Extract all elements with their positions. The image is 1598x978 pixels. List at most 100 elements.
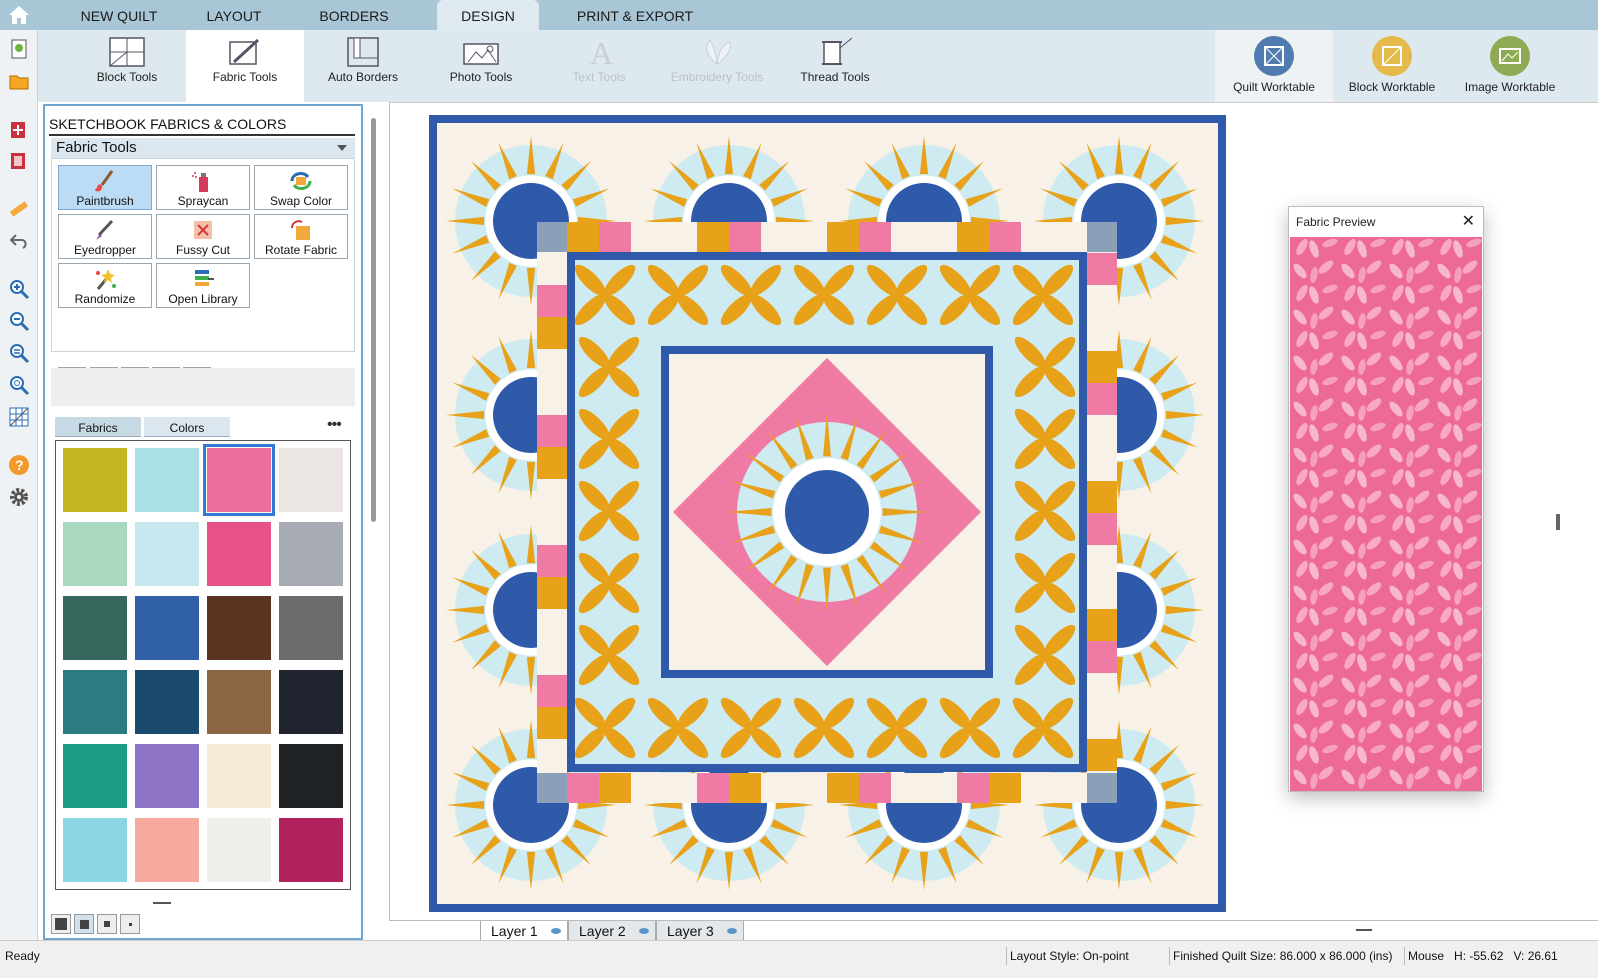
fabric-swatch[interactable]	[207, 744, 271, 808]
settings-gear-icon[interactable]	[8, 486, 30, 508]
text-tools-button[interactable]: A Text Tools	[540, 30, 658, 102]
fabric-swatch[interactable]	[63, 744, 127, 808]
status-ready: Ready	[5, 949, 40, 963]
fabric-swatch[interactable]	[63, 522, 127, 586]
checker-square	[1087, 739, 1117, 771]
zoom-refresh-icon[interactable]	[8, 374, 30, 396]
new-project-icon[interactable]	[8, 38, 30, 60]
text-tools-icon: A	[590, 36, 613, 68]
layer-tab-1[interactable]: Layer 1	[480, 921, 568, 941]
image-worktable-label: Image Worktable	[1464, 80, 1556, 94]
photo-tools-button[interactable]: Photo Tools	[422, 30, 540, 102]
checker-square	[537, 447, 567, 479]
panel-splitter[interactable]	[371, 118, 376, 522]
ruler-icon[interactable]	[8, 198, 30, 220]
layer-tab-3[interactable]: Layer 3	[656, 921, 744, 941]
fabric-swatch[interactable]	[203, 444, 275, 516]
auto-borders-button[interactable]: Auto Borders	[304, 30, 422, 102]
fabric-swatch[interactable]	[207, 522, 271, 586]
fabric-swatch[interactable]	[135, 448, 199, 512]
more-options-icon[interactable]: •••	[327, 416, 342, 434]
undo-icon[interactable]	[8, 230, 30, 252]
image-worktable-button[interactable]: Image Worktable	[1451, 30, 1569, 102]
tab-new-quilt[interactable]: NEW QUILT	[64, 0, 174, 30]
layer-tab-2[interactable]: Layer 2	[568, 921, 656, 941]
open-library-button[interactable]: Open Library	[156, 263, 250, 308]
embroidery-tools-button[interactable]: Embroidery Tools	[658, 30, 776, 102]
fabric-swatch[interactable]	[279, 522, 343, 586]
zoom-out-icon[interactable]	[8, 310, 30, 332]
thread-tools-button[interactable]: Thread Tools	[776, 30, 894, 102]
checker-square	[537, 285, 567, 317]
fussy-cut-button[interactable]: Fussy Cut	[156, 214, 250, 259]
zoom-fit-icon[interactable]	[8, 342, 30, 364]
fabric-swatch[interactable]	[135, 818, 199, 882]
randomize-button[interactable]: Randomize	[58, 263, 152, 308]
open-project-icon[interactable]	[8, 70, 30, 92]
paintbrush-icon	[95, 170, 114, 192]
canvas-resize-grip-bottom[interactable]	[1356, 929, 1372, 931]
checker-square	[537, 577, 567, 609]
corner-square	[1087, 773, 1117, 803]
eyedropper-button[interactable]: Eyedropper	[58, 214, 152, 259]
fabric-tools-button[interactable]: Fabric Tools	[186, 30, 304, 102]
eye-icon[interactable]	[639, 928, 649, 934]
rotate-fabric-button[interactable]: Rotate Fabric	[254, 214, 348, 259]
corner-square	[1087, 222, 1117, 252]
fabric-swatch[interactable]	[63, 818, 127, 882]
swap-color-button[interactable]: Swap Color	[254, 165, 348, 210]
fabric-swatch[interactable]	[279, 596, 343, 660]
sketchbook-icon[interactable]	[8, 150, 30, 172]
open-library-icon	[195, 270, 214, 286]
eye-icon[interactable]	[727, 928, 737, 934]
corner-square	[537, 773, 567, 803]
close-icon[interactable]: ✕	[1462, 211, 1475, 231]
fabric-tools-header[interactable]: Fabric Tools	[51, 138, 355, 158]
swatch-size-small-button[interactable]	[120, 914, 140, 934]
eye-icon[interactable]	[551, 928, 561, 934]
layer-bar: Layer 1 Layer 2 Layer 3	[389, 920, 1598, 941]
zoom-in-icon[interactable]	[8, 278, 30, 300]
fabric-swatch[interactable]	[279, 670, 343, 734]
home-icon[interactable]	[6, 4, 32, 26]
fabric-preview-window: Fabric Preview ✕	[1288, 206, 1484, 792]
swatch-size-medium-button[interactable]	[97, 914, 117, 934]
chevron-down-icon[interactable]	[337, 145, 347, 151]
panel-resize-grip[interactable]	[153, 902, 171, 904]
fabric-swatch[interactable]	[279, 744, 343, 808]
fussy-cut-label: Fussy Cut	[175, 243, 230, 257]
help-icon[interactable]: ?	[8, 454, 30, 476]
swatch-size-large-button[interactable]	[74, 914, 94, 934]
fabric-swatch[interactable]	[63, 448, 127, 512]
checker-square	[1087, 351, 1117, 383]
tab-layout[interactable]: LAYOUT	[180, 0, 288, 30]
tab-borders[interactable]: BORDERS	[296, 0, 412, 30]
block-tools-button[interactable]: Block Tools	[68, 30, 186, 102]
fabric-swatch[interactable]	[207, 818, 271, 882]
tab-print-export[interactable]: PRINT & EXPORT	[560, 0, 710, 30]
tab-colors[interactable]: Colors	[144, 417, 230, 437]
spraycan-button[interactable]: Spraycan	[156, 165, 250, 210]
quilt-design[interactable]	[429, 115, 1226, 912]
swatch-size-xl-button[interactable]	[51, 914, 71, 934]
block-worktable-button[interactable]: Block Worktable	[1333, 30, 1451, 102]
fabric-swatch[interactable]	[135, 522, 199, 586]
tab-design[interactable]: DESIGN	[437, 0, 539, 30]
fabric-swatch[interactable]	[207, 596, 271, 660]
fabric-swatch[interactable]	[135, 744, 199, 808]
fabric-swatch[interactable]	[135, 596, 199, 660]
fabric-swatch[interactable]	[207, 670, 271, 734]
tab-fabrics[interactable]: Fabrics	[55, 417, 141, 437]
add-to-sketchbook-icon[interactable]	[8, 118, 30, 140]
fabric-swatch[interactable]	[63, 670, 127, 734]
grid-icon[interactable]	[8, 406, 30, 428]
paintbrush-button[interactable]: Paintbrush	[58, 165, 152, 210]
fabric-swatch[interactable]	[279, 818, 343, 882]
quilt-worktable-button[interactable]: Quilt Worktable	[1215, 30, 1333, 102]
fabric-swatch[interactable]	[135, 670, 199, 734]
canvas-resize-grip-right[interactable]	[1556, 514, 1560, 530]
fabric-swatch[interactable]	[63, 596, 127, 660]
checker-square	[599, 773, 631, 803]
rotate-fabric-icon	[291, 220, 310, 240]
fabric-swatch[interactable]	[279, 448, 343, 512]
